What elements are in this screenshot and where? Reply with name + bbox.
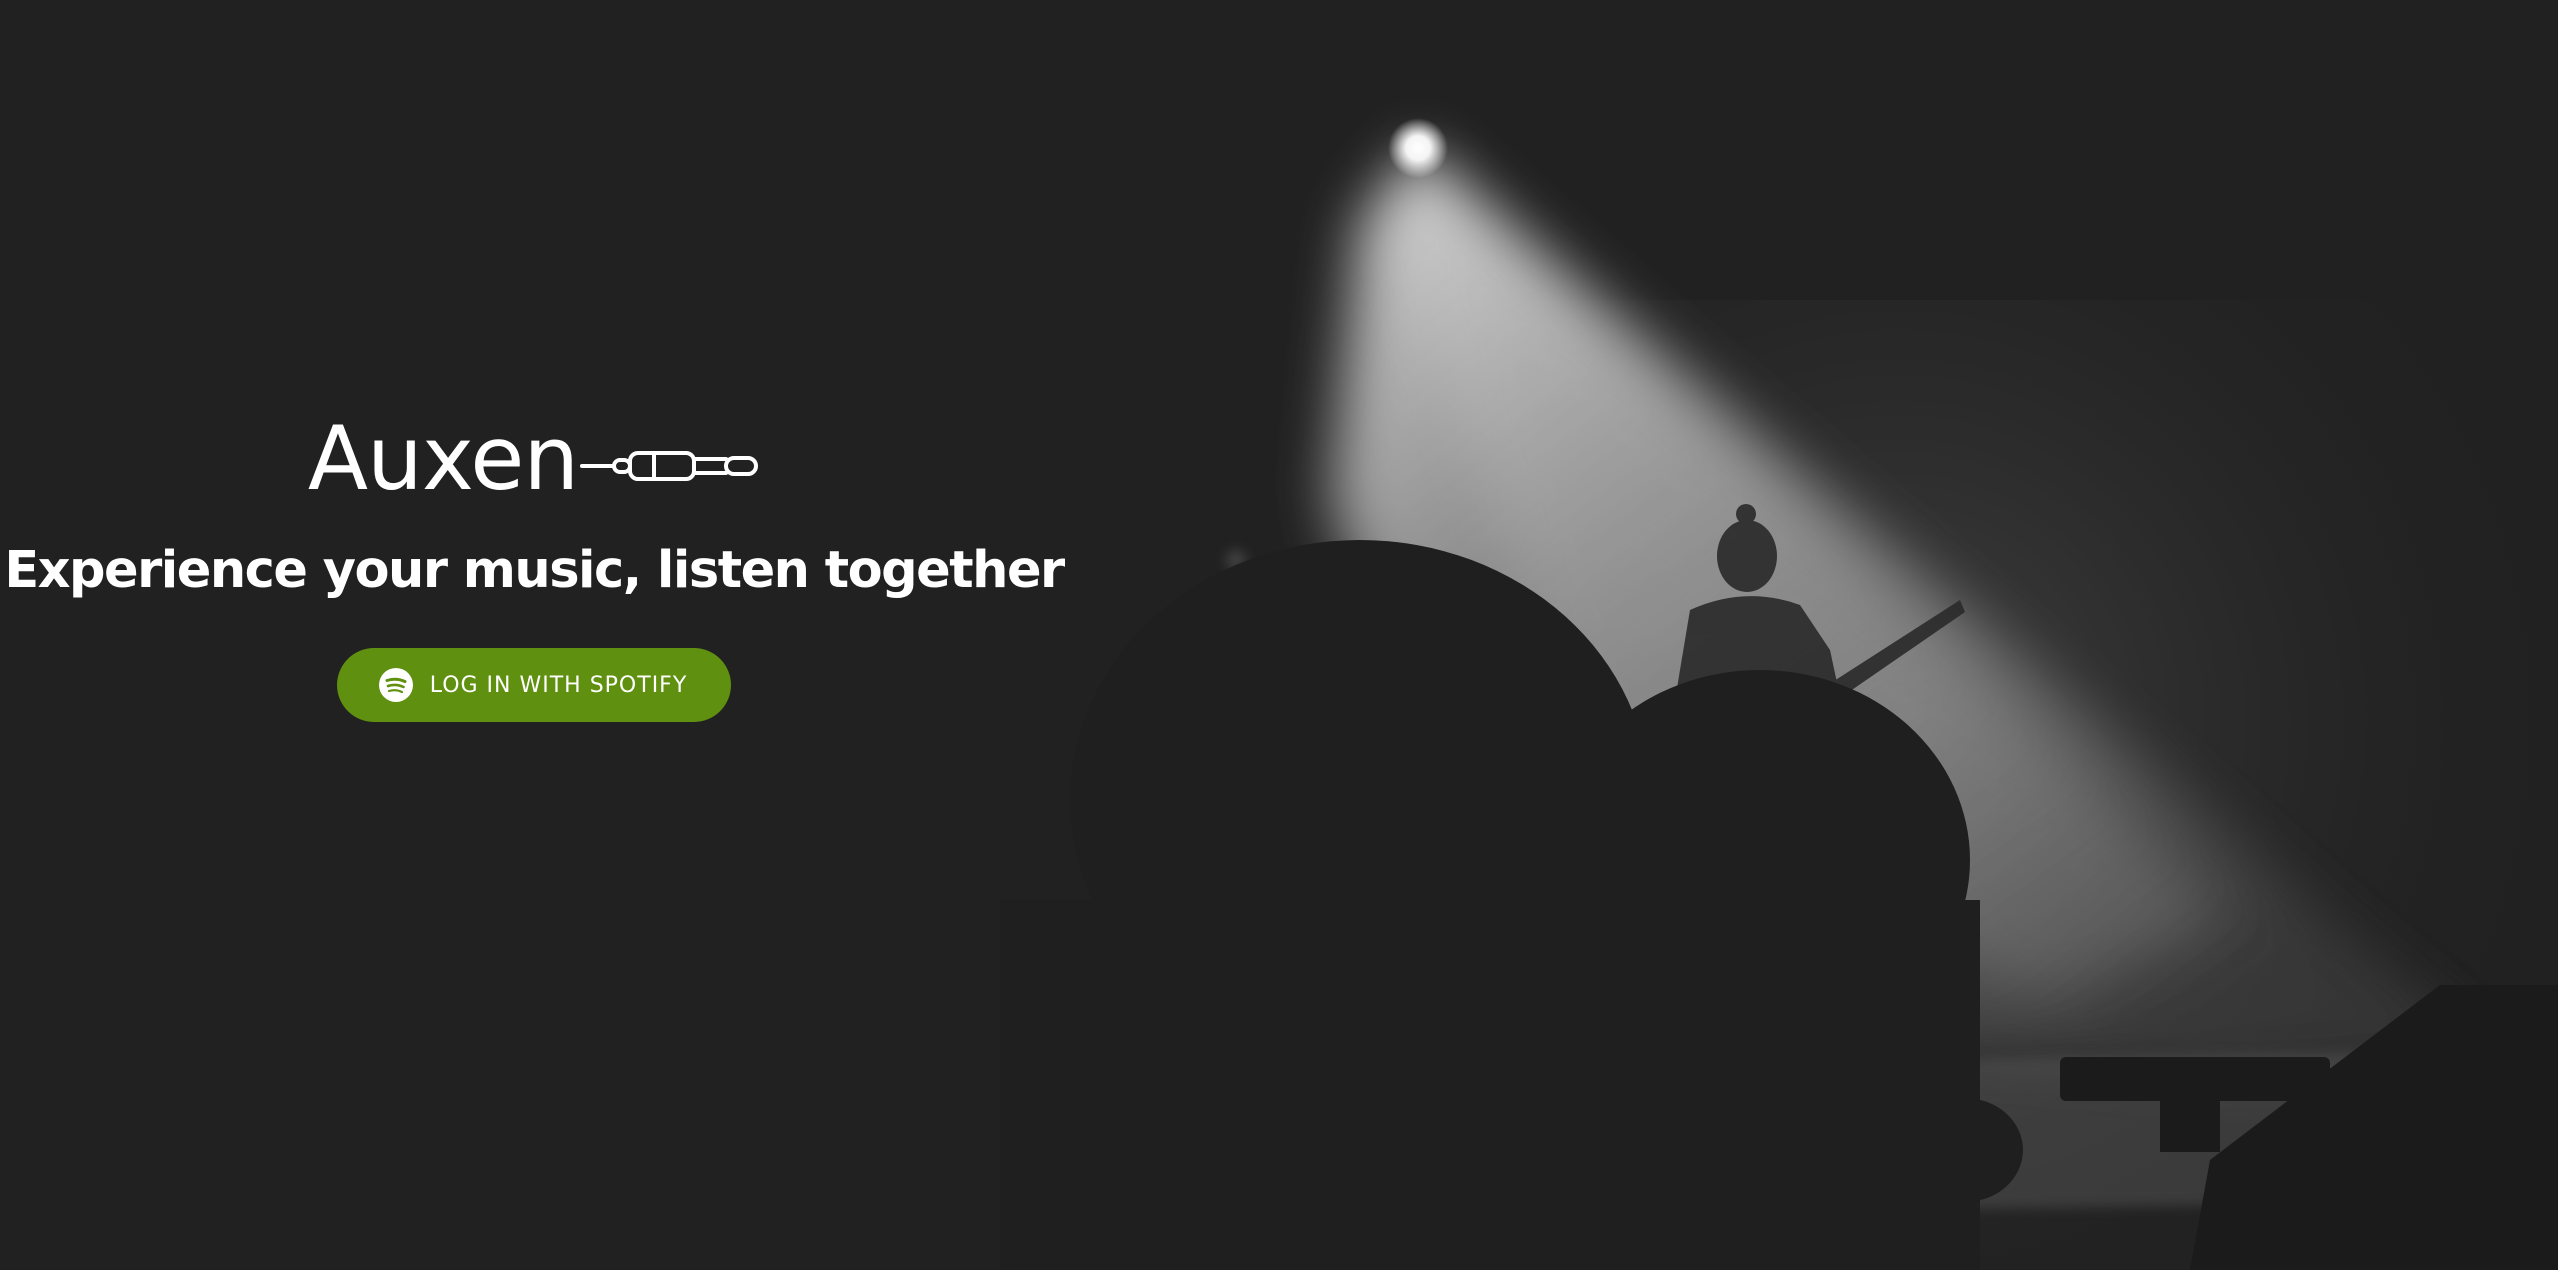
hero-panel: Auxen Experience your music, listen toge… [0,400,1068,723]
app-title: Auxen [307,407,579,510]
spotify-icon [378,668,413,703]
login-with-spotify-button[interactable]: LOG IN WITH SPOTIFY [336,648,732,723]
brand-logo: Auxen [308,400,760,518]
aux-cable-icon [580,451,759,481]
landing-page: Auxen Experience your music, listen toge… [0,0,2558,1270]
login-button-label: LOG IN WITH SPOTIFY [429,672,688,698]
hero-tagline: Experience your music, listen together [4,541,1065,600]
